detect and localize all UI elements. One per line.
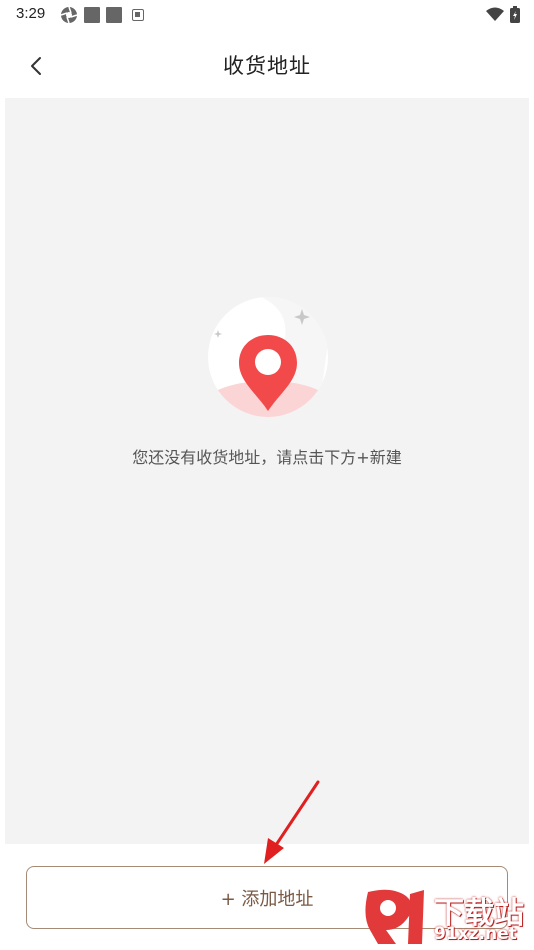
page-title: 收货地址	[223, 54, 311, 78]
battery-icon	[510, 6, 520, 23]
status-time: 3:29	[16, 5, 46, 22]
empty-message: 您还没有收货地址，请点击下方+新建	[132, 448, 402, 467]
app-notification-icon	[132, 9, 144, 21]
status-bar: 3:29	[0, 0, 534, 30]
watermark-logo-icon	[365, 889, 424, 944]
status-icons-left	[60, 6, 144, 24]
watermark: 下载站 91xz.net	[362, 886, 532, 948]
wifi-icon	[486, 7, 504, 21]
aperture-icon	[60, 6, 78, 24]
add-address-label: + 添加地址	[220, 888, 314, 910]
square-icon	[106, 7, 122, 23]
status-icons-right	[486, 6, 520, 23]
header-bar: 收货地址	[0, 30, 534, 98]
watermark-domain: 91xz.net	[434, 924, 517, 944]
location-pin-icon	[208, 297, 328, 417]
square-icon	[84, 7, 100, 23]
address-list-area: 您还没有收货地址，请点击下方+新建	[5, 98, 529, 844]
